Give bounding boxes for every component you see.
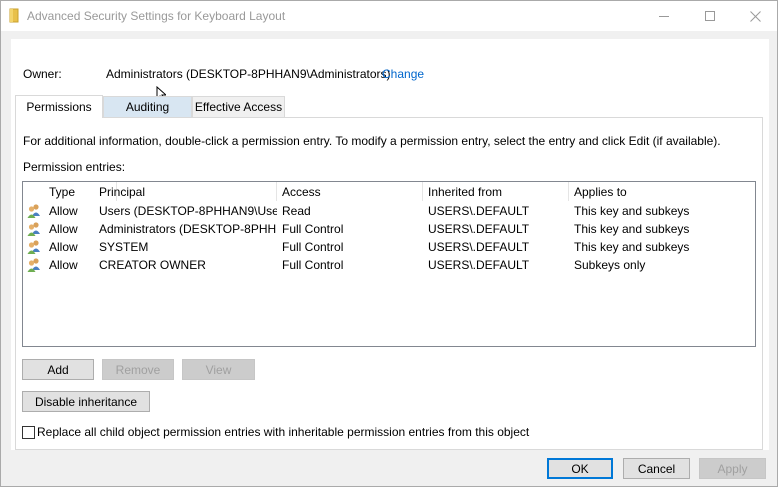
maximize-button[interactable]	[687, 1, 733, 31]
change-owner-link[interactable]: Change	[382, 67, 424, 81]
cancel-button[interactable]: Cancel	[623, 458, 690, 479]
row-applies-to: This key and subkeys	[574, 222, 690, 236]
replace-child-permissions-checkbox[interactable]	[22, 426, 35, 439]
column-header-access[interactable]: Access	[277, 182, 423, 201]
row-inherited-from: USERS\.DEFAULT	[428, 258, 530, 272]
permission-entries-list[interactable]: Type Principal Access Inherited from App…	[22, 181, 756, 347]
apply-button-label: Apply	[717, 461, 748, 476]
minimize-button[interactable]	[641, 1, 687, 31]
tab-auditing-label: Auditing	[125, 100, 170, 114]
minimize-icon	[659, 16, 669, 17]
row-access: Full Control	[282, 240, 344, 254]
row-access: Full Control	[282, 222, 344, 236]
column-type-label: Type	[49, 184, 76, 199]
owner-value: Administrators (DESKTOP-8PHHAN9\Administ…	[106, 67, 391, 81]
column-inherited-label: Inherited from	[428, 184, 503, 199]
folder-icon	[9, 8, 19, 23]
info-text: For additional information, double-click…	[23, 134, 721, 148]
ok-button-label: OK	[571, 461, 589, 476]
row-principal: CREATOR OWNER	[99, 258, 206, 272]
disable-inheritance-label: Disable inheritance	[34, 394, 138, 409]
row-inherited-from: USERS\.DEFAULT	[428, 204, 530, 218]
tab-permissions[interactable]: Permissions	[15, 95, 103, 118]
tab-effective-access-label: Effective Access	[194, 100, 283, 114]
users-icon	[27, 258, 40, 272]
column-access-label: Access	[282, 184, 321, 199]
list-header: Type Principal Access Inherited from App…	[23, 182, 755, 201]
row-access: Read	[282, 204, 311, 218]
view-button-label: View	[205, 362, 232, 377]
row-principal: Users (DESKTOP-8PHHAN9\Users)	[99, 204, 277, 218]
column-header-inherited-from[interactable]: Inherited from	[423, 182, 569, 201]
tab-permissions-label: Permissions	[26, 100, 92, 114]
remove-button[interactable]: Remove	[102, 359, 174, 380]
disable-inheritance-button[interactable]: Disable inheritance	[22, 391, 150, 412]
tab-auditing[interactable]: Auditing	[103, 96, 192, 117]
users-icon	[27, 204, 40, 218]
column-principal-label: Principal	[99, 184, 146, 199]
window-title: Advanced Security Settings for Keyboard …	[27, 9, 286, 23]
row-access: Full Control	[282, 258, 344, 272]
users-icon	[27, 240, 40, 254]
row-principal: SYSTEM	[99, 240, 149, 254]
column-applies-label: Applies to	[574, 184, 627, 199]
row-applies-to: This key and subkeys	[574, 204, 690, 218]
row-type: Allow	[49, 222, 78, 236]
ok-button[interactable]: OK	[547, 458, 613, 479]
remove-button-label: Remove	[115, 362, 161, 377]
column-header-principal[interactable]: Principal	[94, 182, 277, 201]
permission-entries-label: Permission entries:	[23, 160, 126, 174]
table-row[interactable]: Allow CREATOR OWNER Full Control USERS\.…	[23, 256, 755, 274]
row-type: Allow	[49, 240, 78, 254]
replace-child-permissions-label[interactable]: Replace all child object permission entr…	[37, 425, 529, 439]
row-inherited-from: USERS\.DEFAULT	[428, 240, 530, 254]
apply-button[interactable]: Apply	[699, 458, 766, 479]
row-principal: Administrators (DESKTOP-8PHH...	[99, 222, 277, 236]
row-inherited-from: USERS\.DEFAULT	[428, 222, 530, 236]
table-row[interactable]: Allow SYSTEM Full Control USERS\.DEFAULT…	[23, 238, 755, 256]
table-row[interactable]: Allow Administrators (DESKTOP-8PHH... Fu…	[23, 220, 755, 238]
security-settings-window: Advanced Security Settings for Keyboard …	[0, 0, 778, 487]
tab-effective-access[interactable]: Effective Access	[192, 96, 285, 117]
close-button[interactable]	[732, 1, 778, 31]
row-applies-to: Subkeys only	[574, 258, 646, 272]
table-row[interactable]: Allow Users (DESKTOP-8PHHAN9\Users) Read…	[23, 202, 755, 220]
title-bar[interactable]: Advanced Security Settings for Keyboard …	[1, 1, 777, 31]
add-button[interactable]: Add	[22, 359, 94, 380]
cancel-button-label: Cancel	[637, 461, 676, 476]
column-header-applies-to[interactable]: Applies to	[569, 182, 755, 201]
users-icon	[27, 222, 40, 236]
view-button[interactable]: View	[182, 359, 255, 380]
maximize-icon	[705, 11, 715, 21]
add-button-label: Add	[47, 362, 69, 377]
row-applies-to: This key and subkeys	[574, 240, 690, 254]
row-type: Allow	[49, 204, 78, 218]
row-type: Allow	[49, 258, 78, 272]
owner-label: Owner:	[23, 67, 62, 81]
close-icon	[749, 10, 761, 22]
